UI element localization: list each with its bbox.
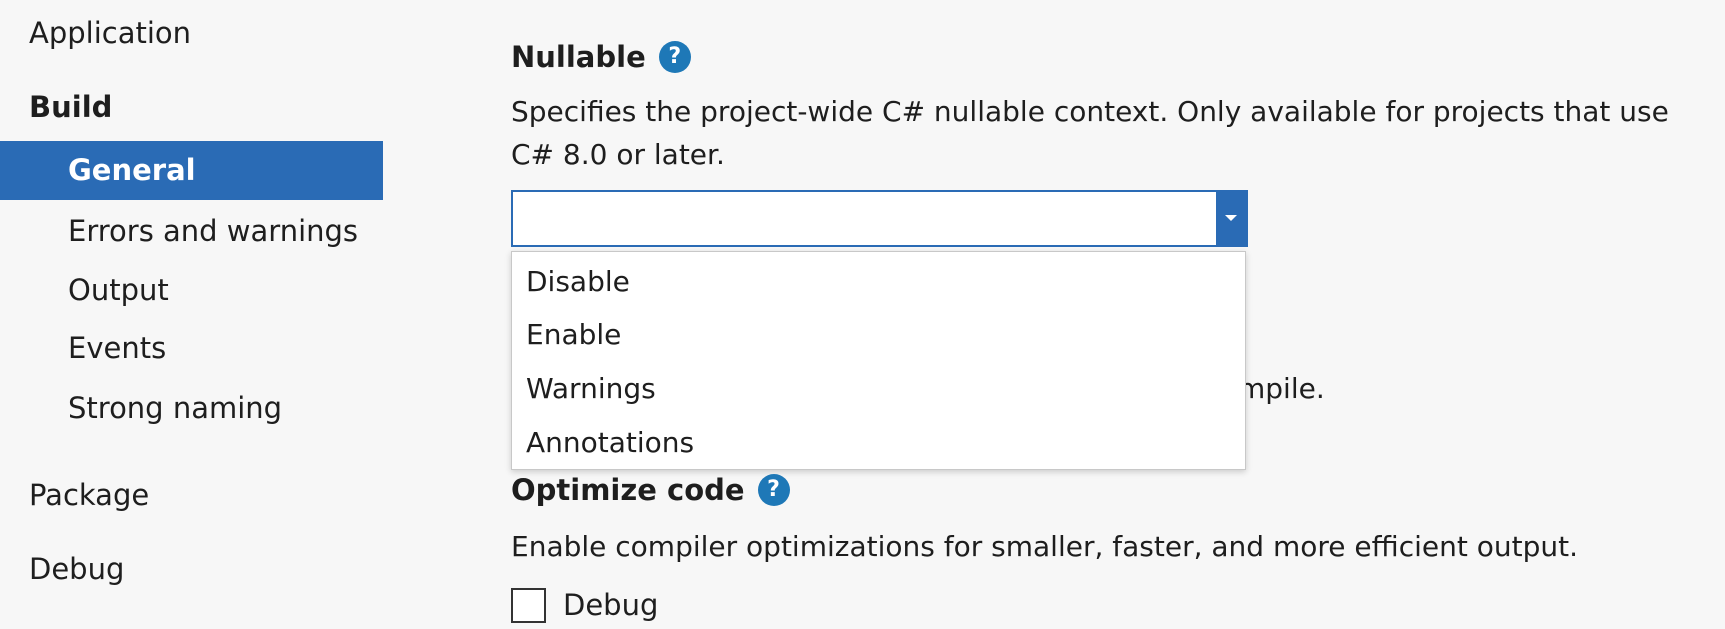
sidebar-item-events[interactable]: Events bbox=[0, 328, 383, 368]
sidebar-item-build[interactable]: Build bbox=[0, 87, 383, 127]
optimize-title: Optimize code bbox=[511, 473, 745, 507]
dropdown-option-warnings[interactable]: Warnings bbox=[526, 369, 656, 409]
settings-panel: Nullable ? Specifies the project-wide C#… bbox=[511, 0, 1711, 629]
dropdown-option-enable[interactable]: Enable bbox=[526, 315, 621, 355]
optimize-description: Enable compiler optimizations for smalle… bbox=[511, 530, 1578, 563]
chevron-down-icon[interactable] bbox=[1216, 192, 1246, 245]
dropdown-option-annotations[interactable]: Annotations bbox=[526, 423, 694, 463]
optimize-debug-checkbox-row: Debug bbox=[511, 585, 658, 625]
optimize-debug-label[interactable]: Debug bbox=[563, 585, 658, 625]
help-icon[interactable]: ? bbox=[757, 474, 790, 506]
project-properties-window: Application Build General Errors and war… bbox=[0, 0, 1725, 629]
nullable-title: Nullable bbox=[511, 40, 646, 74]
nullable-combobox[interactable] bbox=[511, 190, 1248, 247]
optimize-title-row: Optimize code ? bbox=[511, 470, 790, 510]
sidebar-item-strong-naming[interactable]: Strong naming bbox=[0, 388, 383, 428]
sidebar-item-general[interactable]: General bbox=[0, 141, 383, 200]
sidebar-item-debug[interactable]: Debug bbox=[0, 549, 383, 589]
nullable-title-row: Nullable ? bbox=[511, 37, 691, 77]
sidebar-item-output[interactable]: Output bbox=[0, 270, 383, 310]
obscured-description-text: mpile. bbox=[1238, 372, 1325, 405]
sidebar-item-application[interactable]: Application bbox=[0, 13, 383, 53]
sidebar: Application Build General Errors and war… bbox=[0, 0, 383, 629]
nullable-dropdown-list: Disable Enable Warnings Annotations bbox=[511, 251, 1246, 470]
optimize-debug-checkbox[interactable] bbox=[511, 587, 546, 623]
help-icon[interactable]: ? bbox=[658, 41, 691, 73]
sidebar-item-package[interactable]: Package bbox=[0, 475, 383, 515]
dropdown-option-disable[interactable]: Disable bbox=[526, 262, 630, 302]
sidebar-item-errors-and-warnings[interactable]: Errors and warnings bbox=[0, 211, 383, 251]
nullable-description: Specifies the project-wide C# nullable c… bbox=[511, 95, 1669, 171]
